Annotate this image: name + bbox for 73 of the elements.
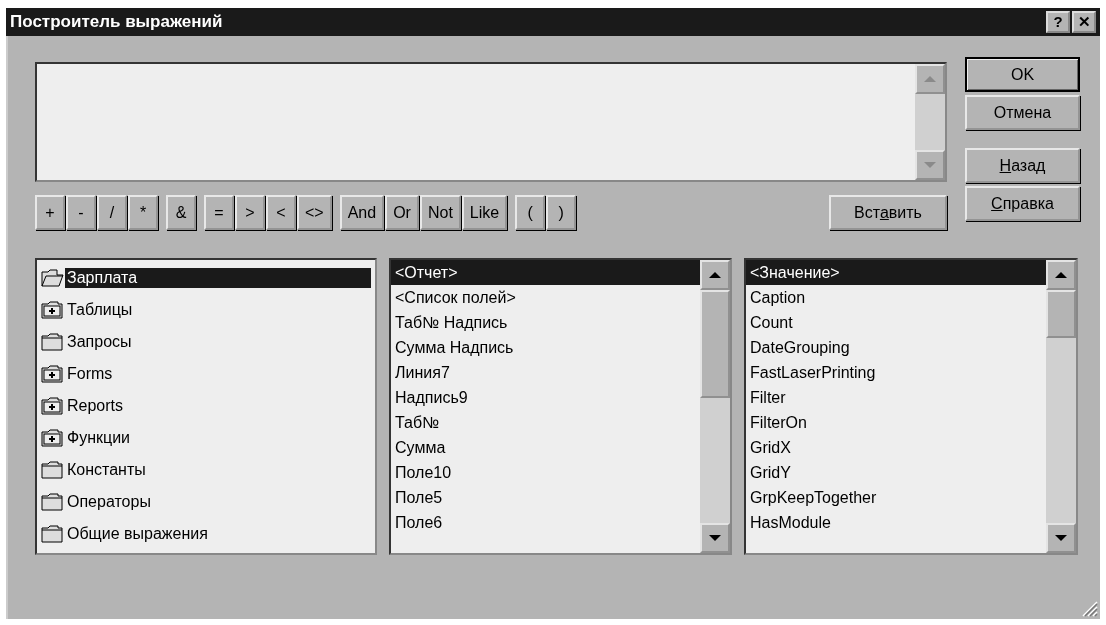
- insert-button[interactable]: Вставить: [829, 195, 947, 230]
- operator-button[interactable]: (: [515, 195, 546, 230]
- tree-item[interactable]: Функции: [65, 428, 371, 448]
- tree-item[interactable]: Общие выражения: [65, 524, 371, 544]
- scroll-thumb[interactable]: [700, 290, 730, 398]
- folder-icon: [41, 332, 65, 352]
- folder-icon: [41, 524, 65, 544]
- ok-button[interactable]: OK: [965, 57, 1080, 92]
- operator-button[interactable]: Like: [461, 195, 508, 230]
- operator-button[interactable]: *: [128, 195, 158, 230]
- help-text-button[interactable]: Справка: [965, 186, 1080, 221]
- operator-button[interactable]: Not: [419, 195, 461, 230]
- scroll-up-icon[interactable]: [708, 271, 722, 279]
- operator-button[interactable]: Or: [385, 195, 419, 230]
- cancel-button[interactable]: Отмена: [965, 95, 1080, 130]
- list-item[interactable]: Поле5: [391, 485, 700, 510]
- list-item[interactable]: <Отчет>: [391, 260, 700, 285]
- operator-button[interactable]: And: [339, 195, 385, 230]
- tree-item[interactable]: Forms: [65, 364, 371, 384]
- tree-item[interactable]: Константы: [65, 460, 371, 480]
- list-item[interactable]: FilterOn: [746, 410, 1046, 435]
- list-item[interactable]: Поле10: [391, 460, 700, 485]
- list-item[interactable]: Надпись9: [391, 385, 700, 410]
- scrollbar[interactable]: [1046, 260, 1076, 553]
- list-item[interactable]: <Значение>: [746, 260, 1046, 285]
- operator-button[interactable]: <: [266, 195, 296, 230]
- tree-item[interactable]: Запросы: [65, 332, 371, 352]
- list-item[interactable]: Поле6: [391, 510, 700, 535]
- list-item[interactable]: Таб№ Надпись: [391, 310, 700, 335]
- folder-icon: [41, 492, 65, 512]
- tree-item[interactable]: Таблицы: [65, 300, 371, 320]
- list-item[interactable]: Линия7: [391, 360, 700, 385]
- list-item[interactable]: Сумма Надпись: [391, 335, 700, 360]
- list-item[interactable]: Таб№: [391, 410, 700, 435]
- tree-item[interactable]: Reports: [65, 396, 371, 416]
- operator-button[interactable]: &: [166, 195, 196, 230]
- expression-field[interactable]: [35, 62, 947, 182]
- list-item[interactable]: Filter: [746, 385, 1046, 410]
- tree-item[interactable]: Операторы: [65, 492, 371, 512]
- operator-button[interactable]: -: [66, 195, 96, 230]
- operator-button[interactable]: =: [204, 195, 234, 230]
- folder-plus-icon: [41, 364, 65, 384]
- back-button[interactable]: Назад: [965, 148, 1080, 183]
- close-button[interactable]: ✕: [1072, 11, 1096, 33]
- folder-plus-icon: [41, 300, 65, 320]
- operator-button[interactable]: <>: [297, 195, 332, 230]
- list-item[interactable]: <Список полей>: [391, 285, 700, 310]
- resize-grip-icon[interactable]: [1080, 599, 1098, 617]
- scroll-down-icon[interactable]: [1054, 534, 1068, 542]
- operator-button[interactable]: ): [546, 195, 577, 230]
- window-title: Построитель выражений: [10, 12, 223, 32]
- operator-button[interactable]: >: [235, 195, 265, 230]
- folder-plus-icon: [41, 396, 65, 416]
- open-folder-icon: [41, 268, 65, 288]
- list-item[interactable]: DateGrouping: [746, 335, 1046, 360]
- folder-icon: [41, 460, 65, 480]
- help-button[interactable]: ?: [1046, 11, 1070, 33]
- list-item[interactable]: Сумма: [391, 435, 700, 460]
- scrollbar[interactable]: [700, 260, 730, 553]
- list-item[interactable]: FastLaserPrinting: [746, 360, 1046, 385]
- list-item[interactable]: Count: [746, 310, 1046, 335]
- list-item[interactable]: GridY: [746, 460, 1046, 485]
- folder-plus-icon: [41, 428, 65, 448]
- list-item[interactable]: GridX: [746, 435, 1046, 460]
- list-item[interactable]: HasModule: [746, 510, 1046, 535]
- scroll-thumb[interactable]: [1046, 290, 1076, 338]
- operator-button[interactable]: /: [97, 195, 127, 230]
- scroll-up-icon[interactable]: [1054, 271, 1068, 279]
- scroll-down-icon[interactable]: [708, 534, 722, 542]
- tree-item[interactable]: Зарплата: [65, 268, 371, 288]
- list-item[interactable]: GrpKeepTogether: [746, 485, 1046, 510]
- operator-button[interactable]: +: [35, 195, 65, 230]
- list-item[interactable]: Caption: [746, 285, 1046, 310]
